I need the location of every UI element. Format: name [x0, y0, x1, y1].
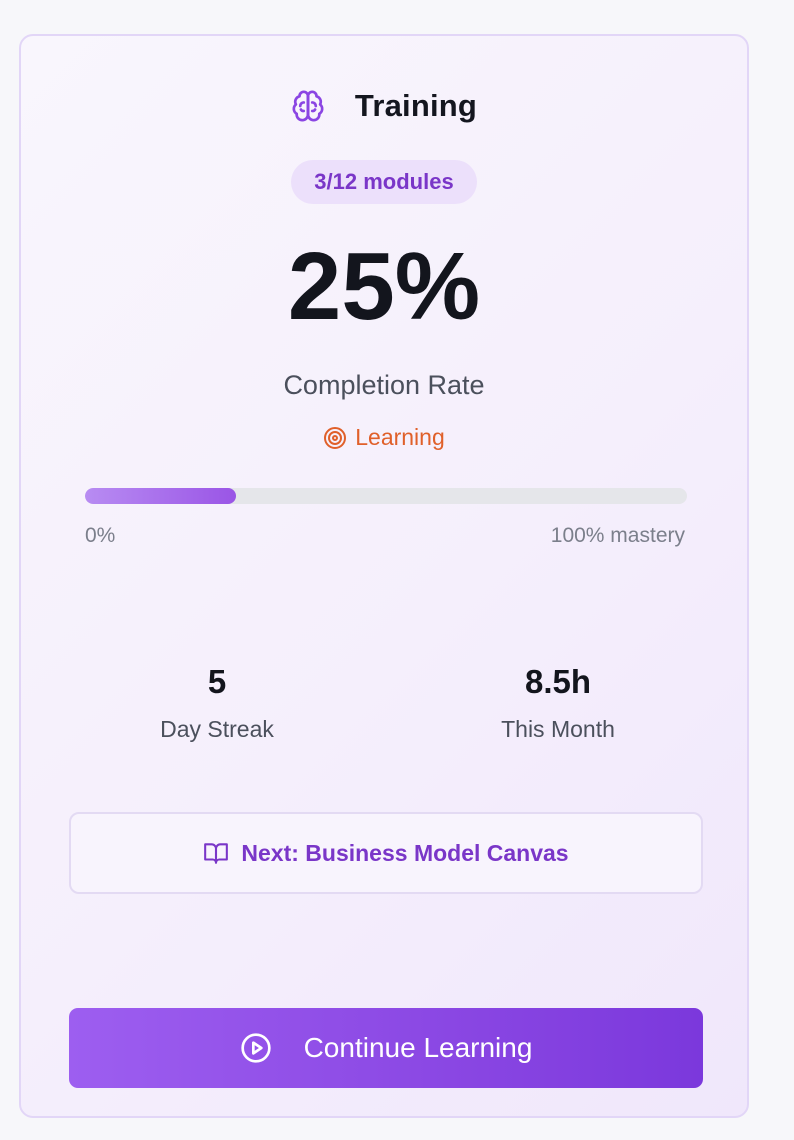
play-circle-icon	[240, 1032, 272, 1064]
progress-max-label: 100% mastery	[550, 524, 685, 547]
modules-badge: 3/12 modules	[291, 160, 477, 204]
progress-fill	[85, 488, 236, 504]
stat-label: This Month	[501, 716, 615, 742]
badge-row: 3/12 modules	[21, 160, 747, 204]
continue-learning-label: Continue Learning	[303, 1032, 533, 1063]
next-module-label: Next: Business Model Canvas	[241, 839, 569, 866]
status-indicator: Learning	[21, 424, 747, 451]
progress-bar	[85, 488, 687, 504]
brain-icon	[291, 89, 325, 123]
stat-value: 8.5h	[524, 663, 592, 700]
card-title: Training	[354, 88, 478, 123]
target-icon	[323, 426, 347, 450]
book-open-icon	[203, 840, 229, 866]
stat-day-streak: 5 Day Streak	[67, 660, 367, 743]
stat-label: Day Streak	[160, 716, 274, 742]
stat-this-month: 8.5h This Month	[408, 660, 708, 743]
progress-min-label: 0%	[85, 524, 116, 547]
completion-label: Completion Rate	[283, 370, 485, 400]
next-module-button[interactable]: Next: Business Model Canvas	[69, 812, 703, 894]
training-card: Training 3/12 modules 25% Completion Rat…	[19, 34, 749, 1118]
card-header: Training	[21, 84, 747, 128]
stat-value: 5	[207, 663, 227, 700]
continue-learning-button[interactable]: Continue Learning	[69, 1008, 703, 1088]
status-text: Learning	[355, 424, 445, 450]
completion-value: 25%	[287, 233, 481, 340]
